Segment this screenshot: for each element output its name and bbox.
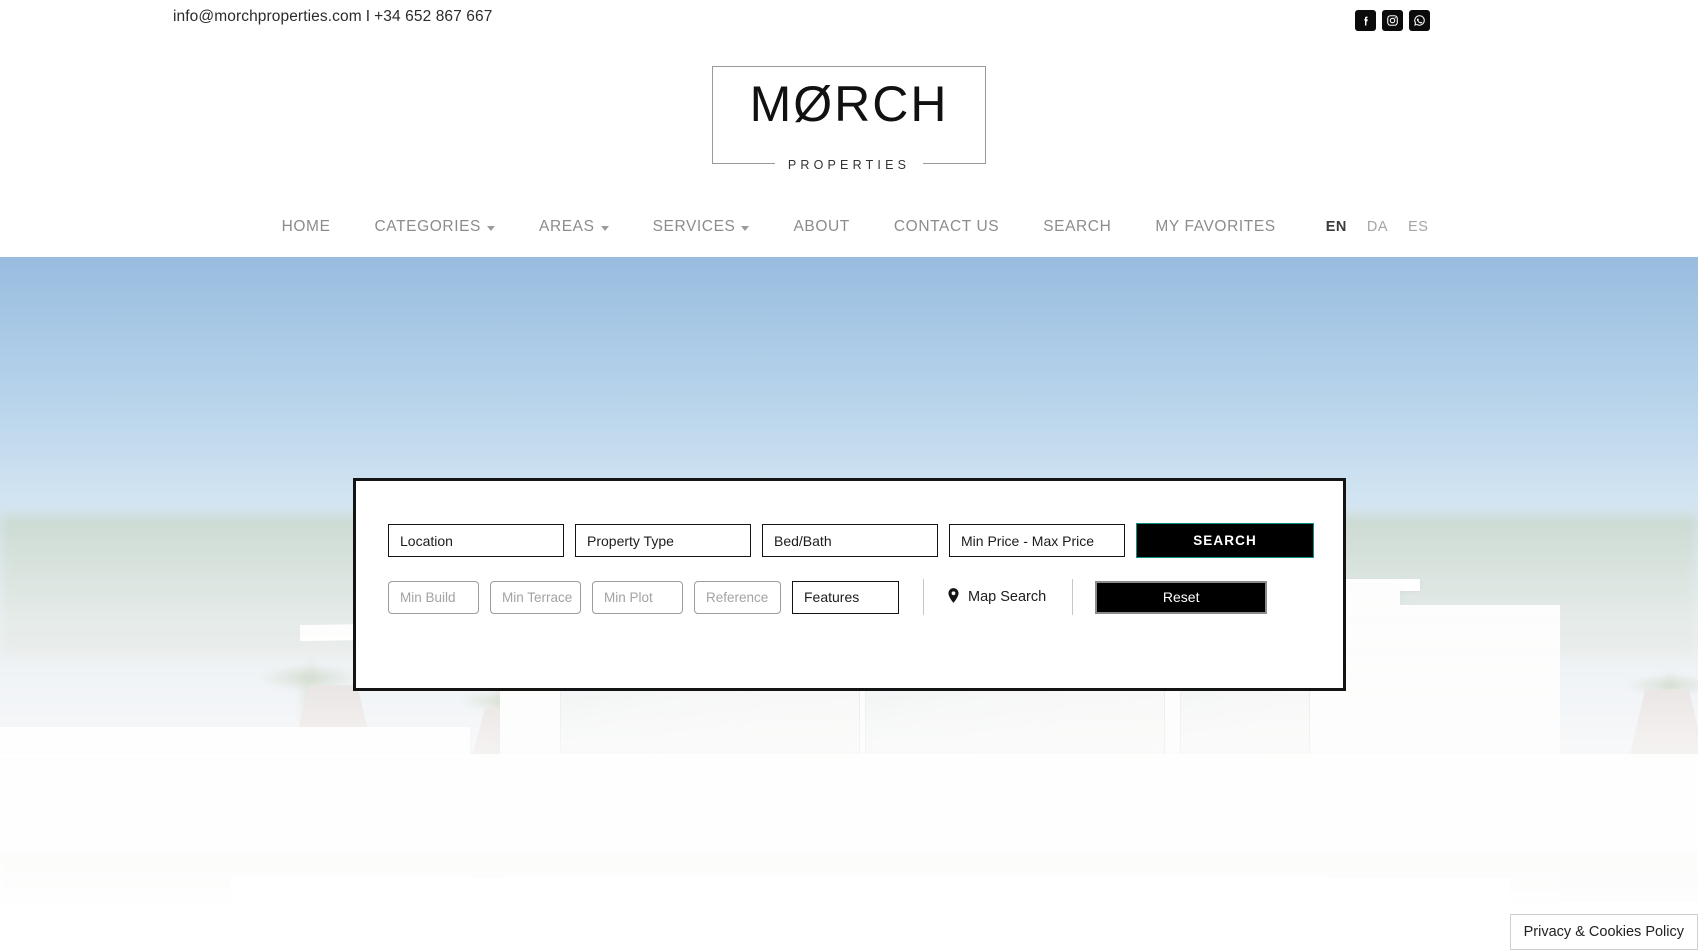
privacy-cookies-policy-label: Privacy & Cookies Policy [1523, 924, 1684, 940]
reference-input[interactable]: Reference [694, 580, 781, 614]
language-en[interactable]: EN [1316, 219, 1357, 235]
nav-item-home[interactable]: HOME [260, 218, 353, 236]
nav-item-contact-us[interactable]: CONTACT US [872, 218, 1021, 236]
search-button-label: SEARCH [1193, 533, 1257, 548]
price-range-select[interactable]: Min Price - Max Price [949, 524, 1125, 557]
contact-separator: I [365, 8, 371, 25]
nav-item-services[interactable]: SERVICES [631, 218, 772, 236]
vertical-divider [1072, 579, 1074, 615]
nav-label: MY FAVORITES [1155, 218, 1276, 235]
logo-wordmark: MØRCH [749, 76, 949, 132]
vertical-divider [923, 579, 924, 615]
logo-frame: MØRCH PROPERTIES [712, 66, 986, 172]
nav-item-my-favorites[interactable]: MY FAVORITES [1133, 218, 1297, 236]
location-select-label: Location [400, 532, 453, 549]
property-type-select[interactable]: Property Type [575, 524, 751, 557]
phone-link[interactable]: +34 652 867 667 [374, 8, 492, 25]
language-switcher: EN DA ES [1316, 219, 1439, 235]
social-links [1355, 10, 1430, 31]
facebook-icon [1360, 15, 1372, 27]
whatsapp-icon [1413, 14, 1426, 27]
nav-label: ABOUT [793, 218, 850, 235]
whatsapp-link[interactable] [1409, 10, 1430, 31]
search-button[interactable]: SEARCH [1136, 523, 1314, 558]
reference-placeholder: Reference [706, 589, 769, 605]
map-search-label: Map Search [968, 589, 1047, 605]
price-range-select-label: Min Price - Max Price [961, 532, 1095, 549]
property-type-select-label: Property Type [587, 532, 674, 549]
nav-label: CONTACT US [893, 218, 1000, 235]
property-search-panel: Location Property Type Bed/Bath Min Pric… [353, 478, 1346, 691]
nav-label: SERVICES [652, 218, 736, 235]
nav-label: CATEGORIES [374, 218, 481, 235]
privacy-cookies-policy[interactable]: Privacy & Cookies Policy [1509, 914, 1698, 950]
reset-button-label: Reset [1162, 589, 1200, 605]
chevron-down-icon [600, 225, 609, 231]
nav-item-search[interactable]: SEARCH [1021, 218, 1133, 236]
logo-subtitle: PROPERTIES [774, 158, 924, 172]
min-plot-placeholder: Min Plot [604, 589, 653, 605]
language-es[interactable]: ES [1398, 219, 1438, 235]
location-select[interactable]: Location [388, 524, 564, 557]
nav-item-about[interactable]: ABOUT [771, 218, 871, 236]
min-terrace-input[interactable]: Min Terrace [490, 580, 581, 614]
nav-label: HOME [281, 218, 331, 235]
nav-items: HOME CATEGORIES AREAS SERVICES ABOUT CON… [260, 218, 1439, 236]
search-row-primary: Location Property Type Bed/Bath Min Pric… [388, 523, 1314, 558]
page-root: info@morchproperties.com I +34 652 867 667 [0, 0, 1698, 950]
map-search-link[interactable]: Map Search [948, 587, 1047, 607]
nav-label: AREAS [539, 218, 595, 235]
bed-bath-select[interactable]: Bed/Bath [762, 524, 938, 557]
chevron-down-icon [487, 225, 495, 231]
nav-label: SEARCH [1043, 218, 1112, 235]
min-terrace-placeholder: Min Terrace [502, 589, 573, 605]
site-logo[interactable]: MØRCH PROPERTIES [0, 66, 1698, 172]
language-da[interactable]: DA [1357, 219, 1398, 235]
facebook-link[interactable] [1355, 10, 1376, 31]
instagram-link[interactable] [1382, 10, 1403, 31]
map-pin-icon [948, 587, 959, 607]
min-build-placeholder: Min Build [400, 589, 456, 605]
reset-button[interactable]: Reset [1095, 580, 1268, 614]
min-plot-input[interactable]: Min Plot [592, 580, 683, 614]
chevron-down-icon [741, 225, 750, 231]
top-contact-bar: info@morchproperties.com I +34 652 867 667 [0, 0, 1698, 42]
instagram-icon [1386, 14, 1399, 27]
main-navigation: HOME CATEGORIES AREAS SERVICES ABOUT CON… [0, 218, 1698, 236]
min-build-input[interactable]: Min Build [388, 580, 479, 614]
features-select[interactable]: Features [792, 580, 899, 614]
nav-item-areas[interactable]: AREAS [517, 218, 631, 236]
bed-bath-select-label: Bed/Bath [774, 532, 832, 549]
email-link[interactable]: info@morchproperties.com [173, 8, 362, 25]
features-select-label: Features [804, 589, 860, 605]
contact-info: info@morchproperties.com I +34 652 867 667 [173, 8, 492, 26]
search-row-secondary: Min Build Min Terrace Min Plot Reference… [388, 579, 1268, 615]
nav-item-categories[interactable]: CATEGORIES [353, 218, 517, 236]
logo-subtitle-wrap: PROPERTIES [713, 158, 985, 172]
